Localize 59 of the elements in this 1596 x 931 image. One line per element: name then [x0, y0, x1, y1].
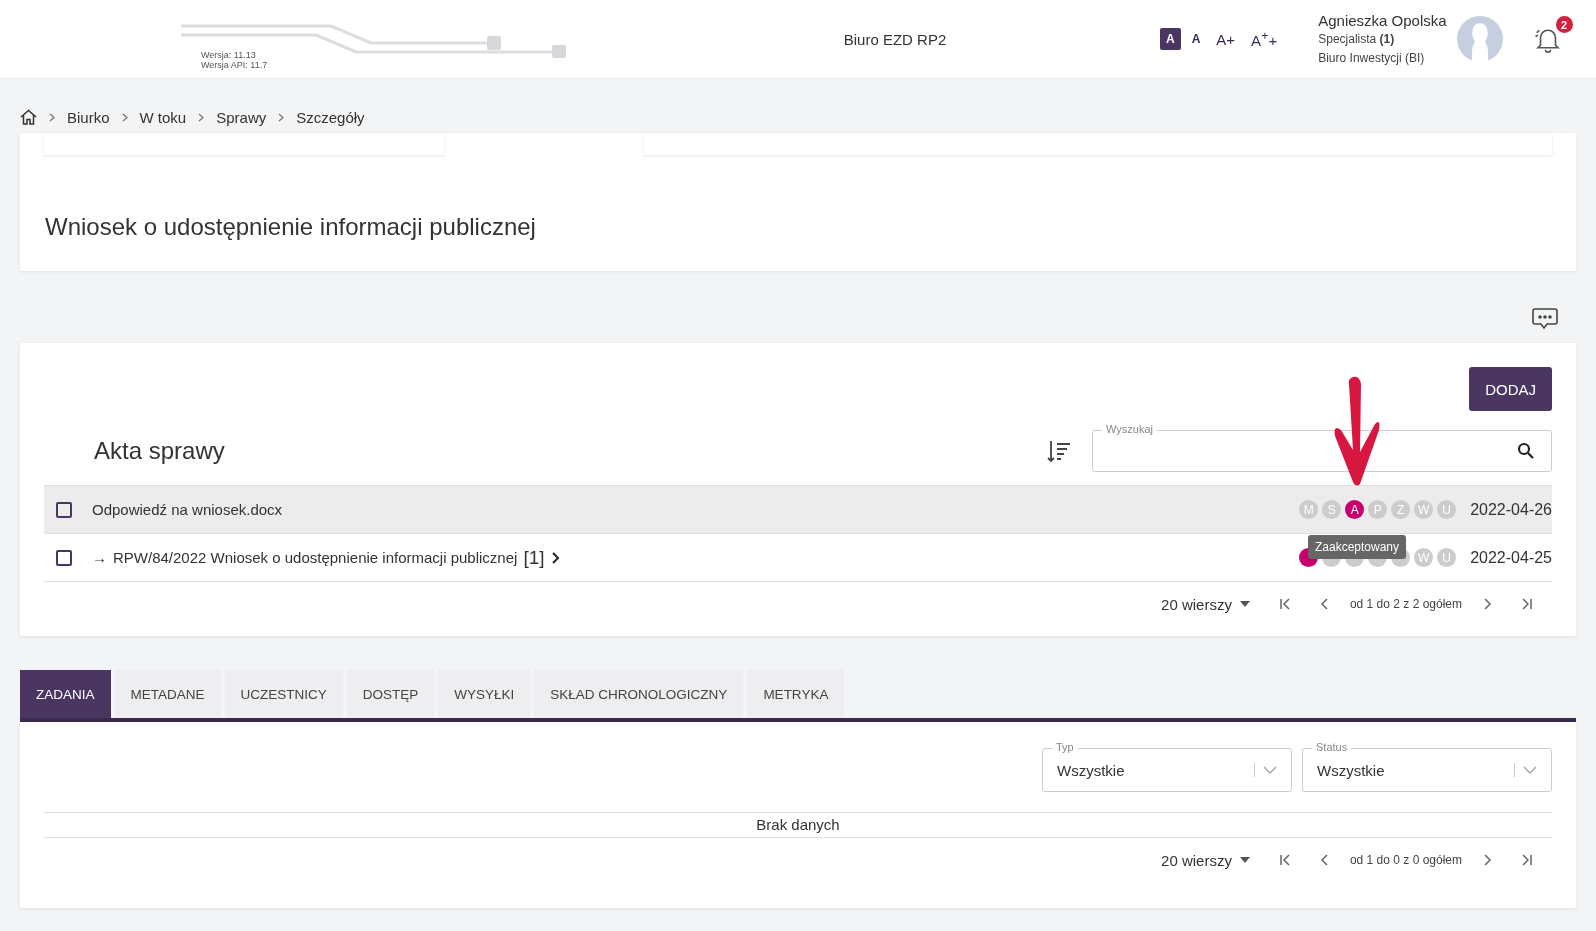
chevron-right-icon	[49, 112, 55, 122]
rows-per-page-dropdown[interactable]: 20 wierszy	[1161, 851, 1250, 869]
comment-icon[interactable]	[1532, 307, 1558, 331]
breadcrumb-link[interactable]: Sprawy	[216, 108, 267, 126]
empty-message: Brak danych	[44, 812, 1552, 838]
chevron-right-icon	[198, 112, 205, 122]
last-page-icon[interactable]	[1520, 853, 1534, 867]
tab[interactable]: WYSYŁKI	[438, 670, 531, 718]
next-page-icon[interactable]	[1482, 597, 1492, 611]
breadcrumb-link[interactable]: Szczegóły	[296, 108, 365, 126]
attachment-count: [1]	[523, 546, 545, 569]
font-size-button[interactable]: A	[1186, 30, 1206, 48]
breadcrumb-link[interactable]: Biurko	[67, 108, 110, 126]
section-title: Akta sprawy	[94, 437, 226, 465]
page-range-text: od 1 do 2 z 2 ogółem	[1349, 597, 1462, 611]
previous-page-icon[interactable]	[1319, 597, 1330, 611]
search-icon[interactable]	[1517, 442, 1535, 460]
caret-down-icon[interactable]	[1239, 601, 1250, 607]
previous-page-icon[interactable]	[1319, 853, 1330, 867]
tab[interactable]: ZADANIA	[20, 670, 111, 718]
date-text: 2022-04-26	[1470, 500, 1552, 519]
home-icon[interactable]	[20, 109, 37, 125]
add-button[interactable]: DODAJ	[1469, 367, 1552, 411]
tab[interactable]: METADANE	[114, 670, 221, 718]
notification-badge: 2	[1555, 16, 1573, 33]
sort-icon[interactable]	[1046, 438, 1072, 464]
user-role: Specjalista (1)	[1318, 30, 1396, 48]
checkbox[interactable]	[56, 549, 72, 566]
last-page-icon[interactable]	[1520, 597, 1534, 611]
caret-down-icon[interactable]	[1239, 857, 1250, 863]
tooltip: Zaakceptowany	[1308, 535, 1407, 559]
font-size-button[interactable]: A	[1160, 28, 1181, 50]
chevron-right-icon	[278, 112, 285, 122]
version-text: Wersja: 11.13	[201, 49, 257, 60]
user-name: Agnieszka Opolska	[1318, 10, 1447, 30]
chevron-right-icon	[121, 112, 128, 122]
tab[interactable]: DOSTĘP	[346, 670, 435, 718]
tab[interactable]: METRYKA	[747, 670, 845, 718]
rows-per-page-dropdown[interactable]: 20 wierszy	[1161, 595, 1250, 613]
first-page-icon[interactable]	[1277, 597, 1292, 611]
font-size-button[interactable]: A+	[1211, 28, 1241, 50]
user-unit: Biuro Inwestycji (BI)	[1318, 49, 1426, 67]
font-size-button[interactable]: A$^{+}$+	[1246, 27, 1283, 51]
page-range-text: od 1 do 0 z 0 ogółem	[1349, 853, 1462, 867]
status-circle: A	[1345, 500, 1365, 519]
file-name[interactable]: Odpowiedź na wniosek.docx	[92, 501, 283, 518]
app-title: Biuro EZD RP2	[842, 30, 948, 48]
chevron-right-icon[interactable]	[550, 550, 561, 565]
next-page-icon[interactable]	[1482, 853, 1492, 867]
date-text: 2022-04-25	[1470, 548, 1552, 567]
arrow-glyph: →	[92, 549, 107, 566]
api-version-text: Wersja API: 11.7	[201, 59, 269, 70]
tab[interactable]: SKŁAD CHRONOLOGICZNY	[534, 670, 744, 718]
breadcrumb-link[interactable]: W toku	[139, 108, 187, 126]
case-title: Wniosek o udostępnienie informacji publicznej	[45, 213, 536, 241]
checkbox[interactable]	[56, 501, 72, 518]
first-page-icon[interactable]	[1277, 853, 1292, 867]
file-name[interactable]: RPW/84/2022 Wniosek o udostępnienie informacji publicznej	[113, 549, 518, 566]
tab[interactable]: UCZESTNICY	[224, 670, 343, 718]
